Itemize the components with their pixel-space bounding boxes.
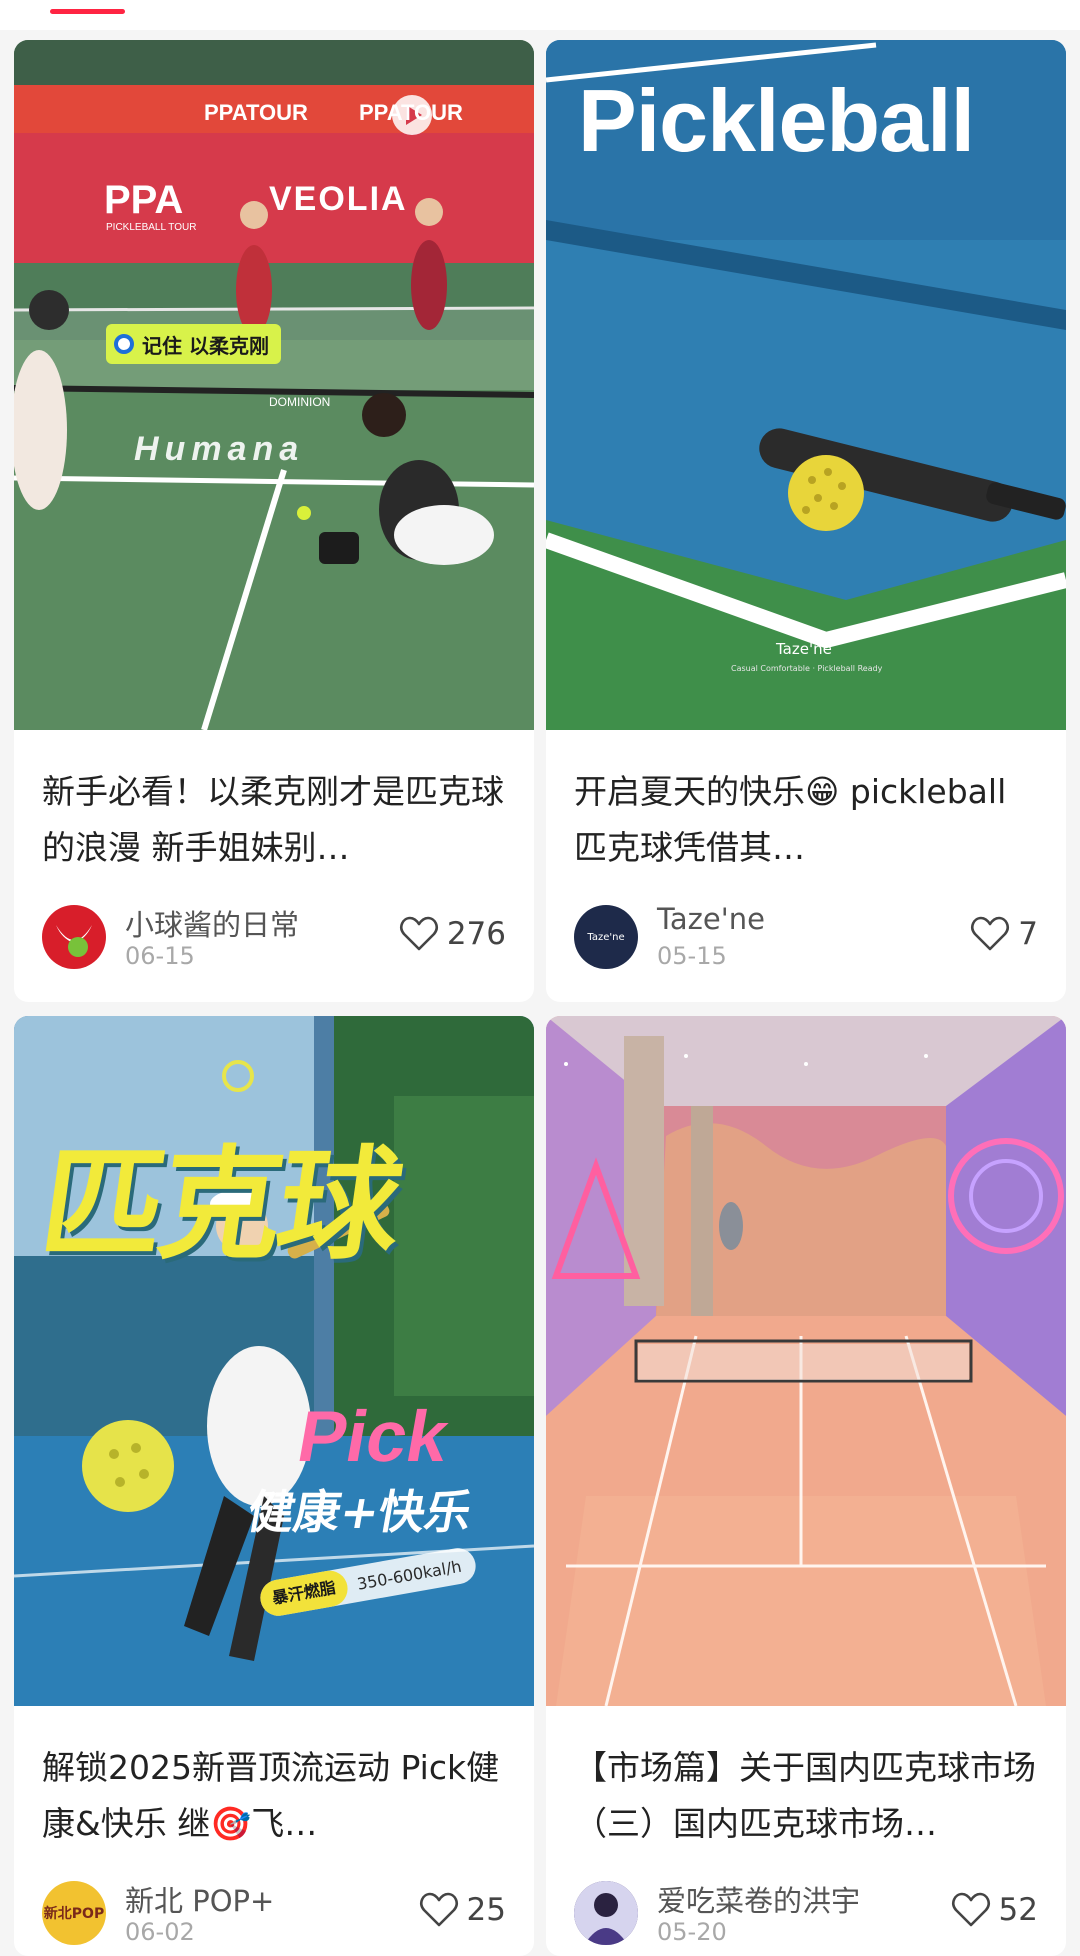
location-pin-icon — [114, 334, 134, 354]
like-button[interactable]: 25 — [419, 1890, 506, 1930]
like-count: 25 — [466, 1892, 506, 1928]
author-name[interactable]: Taze'ne — [657, 902, 765, 936]
avatar[interactable]: Taze'ne — [574, 905, 638, 969]
avatar-text: Taze'ne — [587, 931, 625, 943]
like-button[interactable]: 276 — [399, 914, 506, 954]
avatar[interactable]: 新北POP — [42, 1881, 106, 1945]
indoor-court-render — [546, 1016, 1066, 1706]
like-button[interactable]: 52 — [951, 1890, 1038, 1930]
brand-logo-ppa-sub: PICKLEBALL TOUR — [106, 222, 197, 233]
cover-image[interactable]: PPATOUR PPATOUR PPA PICKLEBALL TOUR VEOL… — [14, 40, 534, 730]
note-card[interactable]: PPATOUR PPATOUR PPA PICKLEBALL TOUR VEOL… — [14, 40, 534, 1002]
heart-outline-icon — [971, 916, 1010, 951]
note-meta: 小球酱的日常 06-15 276 — [42, 902, 506, 972]
author-name[interactable]: 新北 POP+ — [125, 1878, 274, 1920]
heart-outline-icon — [399, 916, 438, 951]
brand-logo-ppa: PPA — [104, 178, 184, 222]
post-date: 05-20 — [657, 1918, 727, 1946]
cover-sub-cn: 健康+快乐 — [243, 1485, 476, 1539]
post-date: 06-15 — [125, 942, 195, 970]
cover-sub-en: Pick — [291, 1397, 455, 1477]
cover-headline: 匹克球 — [32, 1134, 407, 1276]
court-sponsor-text: Humana — [134, 430, 305, 468]
note-meta: Taze'ne Taze'ne 05-15 7 — [574, 902, 1038, 972]
cover-image[interactable]: Pickleball Taze'ne Casual Comfortable · … — [546, 40, 1066, 730]
note-meta: 爱吃菜卷的洪宇 05-20 52 — [574, 1878, 1038, 1948]
note-card[interactable]: 【市场篇】关于国内匹克球市场（三）国内匹克球市场… 爱吃菜卷的洪宇 05-20 … — [546, 1016, 1066, 1956]
cover-image[interactable]: 匹克球 Pick 健康+快乐 暴汗燃脂 350-600kal/h — [14, 1016, 534, 1706]
like-button[interactable]: 7 — [970, 914, 1038, 954]
note-meta: 新北POP 新北 POP+ 06-02 25 — [42, 1878, 506, 1948]
cover-brand: Taze'ne — [776, 640, 832, 658]
overlay-tag-text: 记住 以柔克刚 — [142, 333, 269, 358]
pickleball-match-photo — [14, 40, 534, 730]
avatar[interactable] — [574, 1881, 638, 1945]
brand-logo-veolia: VEOLIA — [269, 180, 408, 218]
note-title[interactable]: 【市场篇】关于国内匹克球市场（三）国内匹克球市场… — [574, 1740, 1044, 1852]
like-count: 276 — [446, 916, 506, 952]
avatar-text: 新北POP — [43, 1906, 105, 1922]
like-count: 52 — [998, 1892, 1038, 1928]
author-name[interactable]: 爱吃菜卷的洪宇 — [657, 1878, 860, 1920]
note-card[interactable]: Pickleball Taze'ne Casual Comfortable · … — [546, 40, 1066, 1002]
note-title[interactable]: 开启夏天的快乐😁 pickleball 匹克球凭借其… — [574, 764, 1044, 876]
heart-outline-icon — [419, 1892, 458, 1927]
cover-tagline: Casual Comfortable · Pickleball Ready — [731, 664, 883, 673]
banner-text: PPATOUR — [359, 100, 463, 125]
active-tab-indicator — [50, 9, 125, 14]
avatar[interactable] — [42, 905, 106, 969]
post-date: 06-02 — [125, 1918, 195, 1946]
cover-headline: Pickleball — [578, 71, 975, 170]
banner-text: PPATOUR — [204, 100, 308, 125]
note-card[interactable]: 匹克球 Pick 健康+快乐 暴汗燃脂 350-600kal/h 解锁2025新… — [14, 1016, 534, 1956]
like-count: 7 — [1018, 916, 1038, 952]
post-date: 05-15 — [657, 942, 727, 970]
top-tab-bar — [0, 0, 1080, 30]
overlay-tag: 记住 以柔克刚 — [106, 324, 281, 364]
note-title[interactable]: 新手必看！以柔克刚才是匹克球的浪漫 新手姐妹别… — [42, 764, 512, 876]
note-title[interactable]: 解锁2025新晋顶流运动 Pick健康&快乐 继🎯飞… — [42, 1740, 512, 1852]
cover-image[interactable] — [546, 1016, 1066, 1706]
heart-outline-icon — [951, 1892, 990, 1927]
net-banner-text: DOMINION — [269, 395, 331, 409]
author-name[interactable]: 小球酱的日常 — [125, 902, 299, 944]
